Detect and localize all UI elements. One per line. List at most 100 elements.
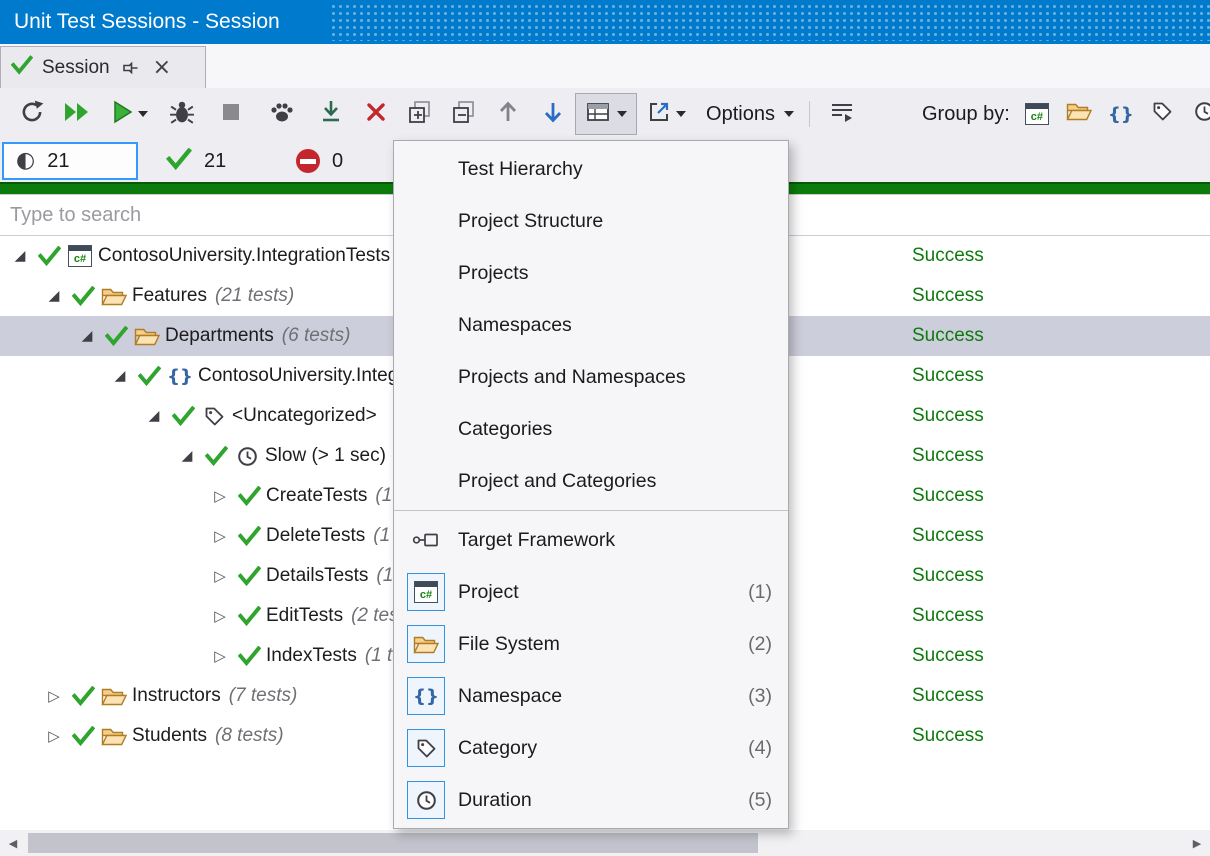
folder-icon	[98, 726, 130, 747]
node-label: ContosoUniversity.IntegrationTests	[98, 245, 390, 267]
expander-expanded-icon[interactable]: ◢	[173, 448, 201, 464]
append-tests-button[interactable]	[308, 94, 354, 134]
export-button[interactable]	[636, 94, 696, 134]
status-success: Success	[912, 725, 984, 747]
passed-count: 21	[204, 150, 226, 173]
menu-item-projects-and-namespaces[interactable]: Projects and Namespaces	[394, 351, 788, 403]
tab-label: Session	[42, 57, 110, 79]
node-label: Features	[132, 285, 207, 307]
group-by-button[interactable]	[576, 94, 636, 134]
checked-icon-box	[407, 625, 445, 663]
groupby-project-button[interactable]: c#	[1018, 95, 1056, 133]
expander-collapsed-icon[interactable]: ▷	[206, 567, 234, 585]
expander-collapsed-icon[interactable]: ▷	[40, 727, 68, 745]
status-success: Success	[912, 245, 984, 267]
menu-item-categories[interactable]: Categories	[394, 403, 788, 455]
expand-all-button[interactable]	[398, 94, 442, 134]
folder-icon	[98, 686, 130, 707]
group-by-section: Group by: c# {}	[918, 88, 1210, 140]
category-tag-icon	[1152, 101, 1173, 127]
menu-item-project[interactable]: c# Project (1)	[394, 566, 788, 618]
group-by-caret-icon[interactable]	[617, 111, 627, 117]
expander-expanded-icon[interactable]: ◢	[73, 328, 101, 344]
category-tag-icon	[198, 406, 230, 427]
menu-item-namespace[interactable]: {} Namespace (3)	[394, 670, 788, 722]
menu-separator	[394, 510, 788, 511]
options-caret-icon[interactable]	[784, 111, 794, 117]
checked-icon-box	[407, 729, 445, 767]
groupby-namespace-button[interactable]: {}	[1102, 95, 1140, 133]
collapse-all-button[interactable]	[442, 94, 486, 134]
expander-collapsed-icon[interactable]: ▷	[206, 527, 234, 545]
tab-session[interactable]: Session ×	[0, 46, 206, 88]
menu-icon-slot	[394, 781, 458, 819]
total-count: 21	[47, 150, 69, 173]
group-by-menu: Test Hierarchy Project Structure Project…	[393, 140, 789, 829]
remove-tests-button[interactable]	[354, 94, 398, 134]
failed-count: 0	[332, 150, 343, 173]
export-caret-icon[interactable]	[676, 111, 686, 117]
groupby-filesystem-button[interactable]	[1060, 95, 1098, 133]
menu-item-project-and-categories[interactable]: Project and Categories	[394, 455, 788, 507]
options-button[interactable]: Options	[696, 94, 800, 134]
menu-item-label: Namespaces	[458, 314, 572, 337]
failed-icon-bar	[300, 159, 316, 164]
menu-item-namespaces[interactable]: Namespaces	[394, 299, 788, 351]
group-by-label: Group by:	[922, 103, 1010, 126]
scroll-left-arrow[interactable]: ◀	[0, 830, 26, 856]
expander-expanded-icon[interactable]: ◢	[40, 288, 68, 304]
namespace-icon: {}	[164, 366, 196, 387]
folder-icon	[98, 286, 130, 307]
repeat-run-button[interactable]	[10, 94, 54, 134]
scroll-right-arrow[interactable]: ▶	[1184, 830, 1210, 856]
failed-counter[interactable]: 0	[296, 142, 343, 180]
horizontal-scrollbar[interactable]: ◀ ▶	[0, 830, 1210, 856]
expander-expanded-icon[interactable]: ◢	[6, 248, 34, 264]
passed-counter[interactable]: 21	[166, 142, 226, 180]
run-all-button[interactable]	[54, 94, 100, 134]
success-check-icon	[168, 406, 198, 426]
grid-icon	[586, 100, 612, 129]
expander-collapsed-icon[interactable]: ▷	[206, 647, 234, 665]
success-check-icon	[234, 486, 264, 506]
unit-test-sessions-window: { "window": { "title": "Unit Test Sessio…	[0, 0, 1210, 856]
duration-clock-icon	[231, 446, 263, 467]
stop-button[interactable]	[206, 94, 256, 134]
expander-expanded-icon[interactable]: ◢	[106, 368, 134, 384]
groupby-duration-button[interactable]	[1186, 95, 1210, 133]
groupby-category-button[interactable]	[1144, 95, 1182, 133]
expander-collapsed-icon[interactable]: ▷	[206, 487, 234, 505]
expander-collapsed-icon[interactable]: ▷	[206, 607, 234, 625]
status-success: Success	[912, 685, 984, 707]
success-check-icon	[234, 526, 264, 546]
success-check-icon	[201, 446, 231, 466]
menu-item-category[interactable]: Category (4)	[394, 722, 788, 774]
menu-item-project-structure[interactable]: Project Structure	[394, 195, 788, 247]
run-dropdown-caret-icon[interactable]	[138, 111, 148, 117]
node-label: <Uncategorized>	[232, 405, 377, 427]
node-count: (6 tests)	[282, 325, 351, 347]
close-icon[interactable]: ×	[153, 57, 171, 79]
expander-expanded-icon[interactable]: ◢	[140, 408, 168, 424]
checked-icon-box	[407, 781, 445, 819]
tab-strip: Session ×	[0, 44, 1210, 88]
menu-item-test-hierarchy[interactable]: Test Hierarchy	[394, 143, 788, 195]
run-button[interactable]	[100, 94, 158, 134]
menu-item-target-framework[interactable]: Target Framework	[394, 514, 788, 566]
pin-icon[interactable]	[123, 60, 138, 76]
scrollbar-thumb[interactable]	[28, 833, 758, 853]
menu-item-duration[interactable]: Duration (5)	[394, 774, 788, 826]
window-title: Unit Test Sessions - Session	[0, 10, 280, 34]
expander-collapsed-icon[interactable]: ▷	[40, 687, 68, 705]
success-check-icon	[68, 726, 98, 746]
profile-button[interactable]	[256, 94, 308, 134]
menu-item-shortcut: (3)	[748, 685, 772, 708]
previous-test-button[interactable]	[486, 94, 530, 134]
total-counter[interactable]: ◐ 21	[2, 142, 138, 180]
menu-item-projects[interactable]: Projects	[394, 247, 788, 299]
debug-button[interactable]	[158, 94, 206, 134]
menu-item-file-system[interactable]: File System (2)	[394, 618, 788, 670]
next-test-button[interactable]	[530, 94, 576, 134]
show-output-button[interactable]	[819, 94, 865, 134]
session-check-icon	[11, 55, 33, 80]
